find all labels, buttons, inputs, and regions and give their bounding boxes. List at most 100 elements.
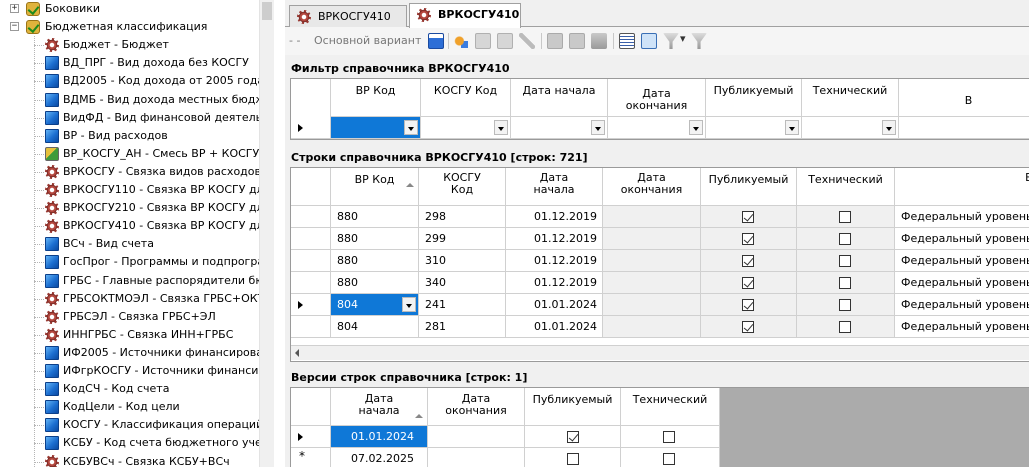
- list-view-icon[interactable]: [619, 33, 635, 49]
- tree-item[interactable]: + Боковики: [0, 0, 259, 18]
- sort-ascending-icon[interactable]: [406, 183, 414, 187]
- cell-published[interactable]: [701, 228, 797, 250]
- cell-start[interactable]: 01.01.2024: [331, 426, 428, 448]
- cell-start[interactable]: 01.12.2019: [506, 250, 603, 272]
- published-checkbox[interactable]: [742, 321, 754, 333]
- tab-vrkosgu410-2[interactable]: ВРКОСГУ410: [409, 3, 521, 28]
- tree-item[interactable]: ИФ2005 - Источники финансирова: [0, 344, 259, 362]
- cell-start[interactable]: 01.12.2019: [506, 272, 603, 294]
- tree-item[interactable]: ГРБС - Главные распорядители бю: [0, 272, 259, 290]
- table-row[interactable]: 880 340 01.12.2019 Федеральный уровень: [291, 272, 1029, 294]
- versions-column-header[interactable]: Дата начала: [331, 388, 428, 426]
- filter-input[interactable]: [899, 117, 1029, 139]
- add-record-icon[interactable]: [453, 33, 469, 49]
- cell-owner[interactable]: Федеральный уровень: [895, 206, 1029, 228]
- tree-item[interactable]: ВРКОСГУ410 - Связка ВР КОСГУ для: [0, 217, 259, 235]
- delete-icon[interactable]: [591, 33, 607, 49]
- technical-checkbox[interactable]: [839, 233, 851, 245]
- cell-end[interactable]: [603, 206, 701, 228]
- tree-scrollbar[interactable]: [259, 0, 274, 467]
- cell-owner[interactable]: Федеральный уровень: [895, 294, 1029, 316]
- chevron-down-icon[interactable]: [404, 120, 418, 135]
- published-checkbox[interactable]: [742, 211, 754, 223]
- technical-checkbox[interactable]: [839, 277, 851, 289]
- chevron-down-icon[interactable]: ▾: [680, 32, 686, 45]
- cell-owner[interactable]: Федеральный уровень: [895, 316, 1029, 338]
- rows-column-header[interactable]: Технический: [797, 168, 895, 206]
- published-checkbox[interactable]: [742, 277, 754, 289]
- tree-item[interactable]: ГосПрог - Программы и подпрогра: [0, 253, 259, 271]
- table-row[interactable]: 880 299 01.12.2019 Федеральный уровень: [291, 228, 1029, 250]
- tree-item[interactable]: ВидФД - Вид финансовой деятельн: [0, 109, 259, 127]
- cell-technical[interactable]: [797, 272, 895, 294]
- cell-owner[interactable]: Федеральный уровень: [895, 272, 1029, 294]
- published-checkbox[interactable]: [567, 431, 579, 443]
- cell-published[interactable]: [525, 426, 621, 448]
- rows-column-header[interactable]: ВР Код: [331, 168, 419, 206]
- published-checkbox[interactable]: [742, 299, 754, 311]
- rows-column-header[interactable]: КОСГУ Код: [419, 168, 506, 206]
- tree-item[interactable]: ВР_КОСГУ_АН - Смесь ВР + КОСГУ: [0, 145, 259, 163]
- chevron-down-icon[interactable]: [785, 120, 799, 135]
- cell-kosgu[interactable]: 298: [419, 206, 506, 228]
- tree-item[interactable]: КСБУ - Код счета бюджетного учет: [0, 434, 259, 452]
- tree-item[interactable]: ГРБСОКТМОЭЛ - Связка ГРБС+ОКТ: [0, 290, 259, 308]
- tree-scroll-thumb[interactable]: [262, 2, 272, 20]
- chevron-down-icon[interactable]: [591, 120, 605, 135]
- table-row[interactable]: 880 298 01.12.2019 Федеральный уровень: [291, 206, 1029, 228]
- filter-input[interactable]: [608, 117, 706, 139]
- versions-column-header[interactable]: Технический: [621, 388, 720, 426]
- cell-end[interactable]: [603, 228, 701, 250]
- chevron-down-icon[interactable]: [882, 120, 896, 135]
- cell-vr[interactable]: 880: [331, 228, 419, 250]
- cell-start[interactable]: 01.01.2024: [506, 316, 603, 338]
- tree-item[interactable]: ВД_ПРГ - Вид дохода без КОСГУ: [0, 54, 259, 72]
- tab-vrkosgu410-1[interactable]: ВРКОСГУ410: [289, 5, 407, 27]
- chevron-down-icon[interactable]: [689, 120, 703, 135]
- technical-checkbox[interactable]: [663, 453, 675, 465]
- edit-icon[interactable]: [497, 33, 513, 49]
- cell-start[interactable]: 01.01.2024: [506, 294, 603, 316]
- cell-start[interactable]: 01.12.2019: [506, 228, 603, 250]
- technical-checkbox[interactable]: [839, 321, 851, 333]
- cell-published[interactable]: [701, 272, 797, 294]
- cell-end[interactable]: [603, 272, 701, 294]
- technical-checkbox[interactable]: [663, 431, 675, 443]
- filter-input[interactable]: [331, 117, 421, 139]
- tree-item[interactable]: ВРКОСГУ110 - Связка ВР КОСГУ для: [0, 181, 259, 199]
- version-row[interactable]: 01.01.2024: [291, 426, 720, 448]
- tree-item[interactable]: ГРБСЭЛ - Связка ГРБС+ЭЛ: [0, 308, 259, 326]
- tree-item[interactable]: − Бюджетная классификация: [0, 18, 259, 36]
- tree-item[interactable]: ВР - Вид расходов: [0, 127, 259, 145]
- tree-item[interactable]: ВД2005 - Код дохода от 2005 года: [0, 72, 259, 90]
- cell-technical[interactable]: [797, 250, 895, 272]
- cell-end[interactable]: [603, 250, 701, 272]
- cell-technical[interactable]: [797, 206, 895, 228]
- tree-item[interactable]: КодСЧ - Код счета: [0, 380, 259, 398]
- table-row[interactable]: 804 241 01.01.2024 Федеральный уровень: [291, 294, 1029, 316]
- filter-dropdown-icon[interactable]: [663, 33, 679, 49]
- scroll-left-icon[interactable]: [295, 349, 299, 357]
- cell-owner[interactable]: Федеральный уровень: [895, 250, 1029, 272]
- technical-checkbox[interactable]: [839, 211, 851, 223]
- cell-kosgu[interactable]: 241: [419, 294, 506, 316]
- calendar-icon[interactable]: [428, 33, 444, 49]
- cell-end[interactable]: [603, 294, 701, 316]
- cell-published[interactable]: [525, 448, 621, 467]
- cell-technical[interactable]: [797, 316, 895, 338]
- table-row[interactable]: 804 281 01.01.2024 Федеральный уровень: [291, 316, 1029, 338]
- cell-kosgu[interactable]: 299: [419, 228, 506, 250]
- tree-item[interactable]: Бюджет - Бюджет: [0, 36, 259, 54]
- clear-filter-icon[interactable]: [691, 33, 707, 49]
- horizontal-scrollbar[interactable]: [291, 345, 1029, 360]
- cell-start[interactable]: 01.12.2019: [506, 206, 603, 228]
- table-row[interactable]: 880 310 01.12.2019 Федеральный уровень: [291, 250, 1029, 272]
- tree-item[interactable]: ВДМБ - Вид дохода местных бюдже: [0, 91, 259, 109]
- filter-input[interactable]: [802, 117, 899, 139]
- cell-owner[interactable]: Федеральный уровень: [895, 228, 1029, 250]
- cell-kosgu[interactable]: 310: [419, 250, 506, 272]
- cell-vr[interactable]: 804: [331, 294, 419, 316]
- tree-expander-icon[interactable]: +: [10, 4, 19, 13]
- versions-column-header[interactable]: Дата окончания: [428, 388, 525, 426]
- rows-column-header[interactable]: Публикуемый: [701, 168, 797, 206]
